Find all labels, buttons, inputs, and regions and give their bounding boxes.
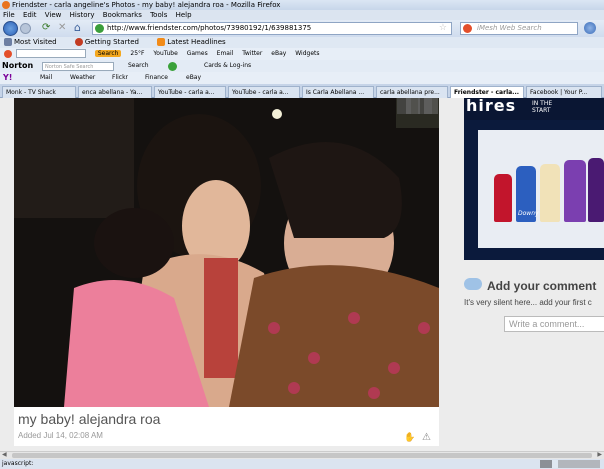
page-content: my baby! alejandra roa Added Jul 14, 02:… <box>0 98 604 451</box>
ad-header: hires in the start <box>464 98 604 120</box>
photo-caption: my baby! alejandra roa <box>18 411 161 427</box>
horizontal-scrollbar[interactable]: ◀ ▶ <box>0 451 604 459</box>
toolbar-widgets[interactable]: Widgets <box>295 50 319 57</box>
forward-icon[interactable] <box>20 23 31 34</box>
window-title: Friendster - carla angeline's Photos - m… <box>12 1 281 9</box>
window-title-bar: Friendster - carla angeline's Photos - m… <box>0 0 604 10</box>
menu-history[interactable]: History <box>70 11 95 19</box>
hand-icon[interactable]: ✋ <box>404 433 415 443</box>
imesh-search-button[interactable]: Search <box>94 50 122 57</box>
norton-search-button[interactable]: Search <box>128 60 149 72</box>
url-text: http://www.friendster.com/photos/7398019… <box>107 24 312 32</box>
bottle-purple <box>564 160 586 222</box>
bottle-red <box>494 174 512 222</box>
ad-products: Downy <box>478 130 604 248</box>
toolbar-twitter[interactable]: Twitter <box>242 50 262 57</box>
bottle-dark-purple <box>588 158 604 222</box>
status-bar: javascript: <box>0 459 604 469</box>
toolbar-ebay[interactable]: eBay <box>271 50 286 57</box>
tab-youtube-2[interactable]: YouTube - carla a... <box>228 86 300 98</box>
ad-product-name: Downy <box>518 210 539 217</box>
imesh-search-field[interactable] <box>15 49 86 58</box>
home-icon[interactable]: ⌂ <box>74 21 81 34</box>
warning-icon[interactable]: ⚠ <box>422 432 431 443</box>
cards-logins-button[interactable]: Cards & Log-ins <box>204 60 251 72</box>
star-icon[interactable]: ☆ <box>439 23 447 34</box>
menu-file[interactable]: File <box>3 11 15 19</box>
menu-tools[interactable]: Tools <box>150 11 167 19</box>
norton-check-icon[interactable] <box>168 62 177 71</box>
tab-facebook[interactable]: Facebook | Your P... <box>526 86 602 98</box>
norton-logo: Norton <box>2 61 34 70</box>
no-comments-text: It's very silent here... add your first … <box>464 298 592 307</box>
ad-tagline: in the start <box>532 100 553 114</box>
tab-carla-pre[interactable]: carla abellana pre... <box>376 86 448 98</box>
weather-temp[interactable]: 25°F <box>130 50 144 57</box>
bookmark-icon <box>4 38 12 46</box>
comment-bubble-icon <box>464 278 482 290</box>
reload-icon[interactable]: ⟳ <box>42 22 50 33</box>
yahoo-toolbar: Y! Mail Weather Flickr Finance eBay <box>0 72 604 84</box>
bookmarks-toolbar: Most Visited Getting Started Latest Head… <box>0 37 604 48</box>
url-bar[interactable]: http://www.friendster.com/photos/7398019… <box>92 22 452 35</box>
stop-icon[interactable]: ✕ <box>58 22 66 33</box>
menu-bar: File Edit View History Bookmarks Tools H… <box>0 10 604 20</box>
toolbar-ebay-yahoo[interactable]: eBay <box>186 72 201 84</box>
menu-bookmarks[interactable]: Bookmarks <box>103 11 142 19</box>
menu-edit[interactable]: Edit <box>23 11 37 19</box>
site-favicon <box>95 24 104 33</box>
tab-enca-abellana[interactable]: enca abellana - Ya... <box>78 86 152 98</box>
tab-strip: Monk - TV Shack enca abellana - Ya... Yo… <box>0 84 604 99</box>
toolbar-flickr[interactable]: Flickr <box>112 72 128 84</box>
status-text: javascript: <box>2 460 34 467</box>
toolbar-youtube[interactable]: YouTube <box>153 50 177 57</box>
scroll-right-icon[interactable]: ▶ <box>597 451 602 458</box>
toolbar-games[interactable]: Games <box>187 50 208 57</box>
menu-help[interactable]: Help <box>176 11 192 19</box>
ad-headline: hires <box>466 98 517 115</box>
getting-started-icon <box>74 38 83 46</box>
toolbar-weather[interactable]: Weather <box>70 72 95 84</box>
photo-illustration <box>14 98 439 407</box>
next-photo-button[interactable] <box>424 98 438 114</box>
tab-is-carla[interactable]: Is Carla Abellana ... <box>302 86 374 98</box>
photo-panel: my baby! alejandra roa Added Jul 14, 02:… <box>14 98 439 446</box>
yahoo-logo-icon[interactable]: Y! <box>3 72 12 84</box>
bookmark-latest-headlines[interactable]: Latest Headlines <box>157 38 233 46</box>
toolbar-finance[interactable]: Finance <box>145 72 168 84</box>
tab-monk[interactable]: Monk - TV Shack <box>2 86 76 98</box>
photo-image[interactable] <box>14 98 439 407</box>
write-comment-input[interactable]: Write a comment... <box>504 316 604 332</box>
firefox-icon <box>2 1 10 9</box>
rss-icon <box>157 38 166 46</box>
advertisement-banner[interactable]: hires in the start Downy <box>464 98 604 260</box>
bottle-cream <box>540 164 560 222</box>
norton-toolbar: Norton Norton Safe Search Search Cards &… <box>0 60 604 72</box>
tab-youtube-1[interactable]: YouTube - carla a... <box>154 86 226 98</box>
web-search-placeholder: iMesh Web Search <box>477 24 542 32</box>
back-icon[interactable] <box>3 21 18 36</box>
add-comment-title: Add your comment <box>487 279 597 293</box>
search-engine-icon[interactable] <box>463 24 472 33</box>
web-search-box[interactable]: iMesh Web Search <box>460 22 578 35</box>
toolbar-email[interactable]: Email <box>217 50 234 57</box>
status-addon-icons <box>540 460 600 468</box>
bookmark-most-visited[interactable]: Most Visited <box>4 38 65 46</box>
toolbar-mail[interactable]: Mail <box>40 72 52 84</box>
scroll-left-icon[interactable]: ◀ <box>2 451 7 458</box>
imesh-icon <box>4 49 12 58</box>
menu-view[interactable]: View <box>45 11 62 19</box>
bookmark-getting-started[interactable]: Getting Started <box>74 38 147 46</box>
imesh-toolbar: Search 25°F YouTube Games Email Twitter … <box>0 48 604 60</box>
prev-photo-button[interactable] <box>406 98 420 114</box>
scroll-thumb[interactable] <box>12 453 592 458</box>
photo-added-date: Added Jul 14, 02:08 AM <box>18 431 103 440</box>
norton-search-field[interactable]: Norton Safe Search <box>42 62 114 71</box>
search-go-icon[interactable] <box>584 22 596 34</box>
